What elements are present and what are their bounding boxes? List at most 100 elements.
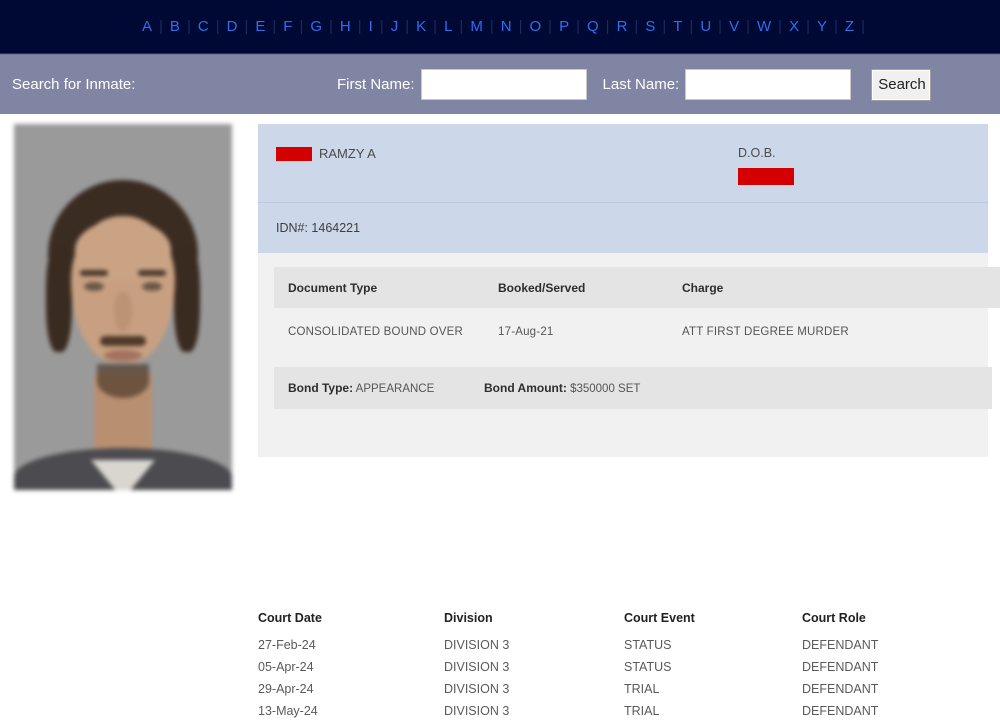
court-cell-role: DEFENDANT [802, 682, 879, 696]
alphabet-separator: | [861, 18, 865, 35]
mugshot-eye-right [142, 282, 162, 291]
alphabet-link-f[interactable]: F [276, 19, 299, 34]
first-name-input[interactable] [420, 69, 587, 100]
alphabet-link-p[interactable]: P [552, 19, 576, 34]
bond-amount-value: $350000 SET [570, 383, 641, 395]
court-cell-division: DIVISION 3 [444, 704, 510, 718]
bond-type-cell: Bond Type: APPEARANCE [288, 381, 484, 395]
charge-document-type: CONSOLIDATED BOUND OVER [288, 326, 463, 338]
court-cell-role: DEFENDANT [802, 704, 879, 718]
charges-header-document-type: Document Type [274, 267, 484, 308]
alphabet-link-i[interactable]: I [362, 19, 380, 34]
court-header-date: Court Date [258, 611, 322, 625]
court-cell-event: STATUS [624, 638, 672, 652]
bond-amount-label: Bond Amount: [484, 381, 567, 395]
alphabet-link-a[interactable]: A [135, 19, 159, 34]
court-dates-section: Court Date Division Court Event Court Ro… [258, 611, 978, 722]
court-dates-body: 27-Feb-24 DIVISION 3 STATUS DEFENDANT 05-Apr… [258, 634, 942, 722]
charge-booked-served: 17-Aug-21 [498, 326, 554, 338]
inmate-name: RAMZY A [319, 146, 376, 161]
alphabet-link-b[interactable]: B [163, 19, 187, 34]
alphabet-link-e[interactable]: E [248, 19, 272, 34]
inmate-identity-panel: RAMZY A D.O.B. IDN#: 1464221 [258, 124, 988, 253]
court-cell-role: DEFENDANT [802, 660, 879, 674]
alphabet-link-k[interactable]: K [409, 19, 433, 34]
bond-amount-cell: Bond Amount: $350000 SET [484, 381, 640, 395]
search-fields-group: First Name: Last Name: Search [337, 55, 932, 114]
court-dates-header-row: Court Date Division Court Event Court Ro… [258, 611, 942, 634]
alphabet-link-t[interactable]: T [666, 19, 689, 34]
charges-header-charge: Charge [668, 267, 1000, 308]
alphabet-link-h[interactable]: H [333, 19, 358, 34]
court-header-role: Court Role [802, 611, 866, 625]
mugshot-mouth [104, 350, 142, 361]
inmate-mugshot-photo [14, 124, 232, 490]
alphabet-link-q[interactable]: Q [580, 19, 606, 34]
court-cell-event: TRIAL [624, 704, 660, 718]
court-header-division: Division [444, 611, 493, 625]
mugshot-eye-left [84, 282, 104, 291]
alphabet-link-o[interactable]: O [522, 19, 548, 34]
inmate-record-column: RAMZY A D.O.B. IDN#: 1464221 Document Ty… [258, 124, 1000, 457]
alphabet-link-m[interactable]: M [463, 19, 490, 34]
court-cell-role: DEFENDANT [802, 638, 879, 652]
alphabet-link-y[interactable]: Y [810, 19, 834, 34]
table-row: 05-Apr-24 DIVISION 3 STATUS DEFENDANT [258, 656, 942, 678]
charges-header-row: Document Type Booked/Served Charge [274, 267, 1000, 308]
search-button[interactable]: Search [871, 68, 932, 101]
mugshot-hair-right [174, 244, 200, 352]
court-cell-date: 13-May-24 [258, 704, 318, 718]
inmate-dob-block: D.O.B. [738, 146, 794, 190]
alphabet-link-j[interactable]: J [384, 19, 406, 34]
alphabet-link-r[interactable]: R [610, 19, 635, 34]
alphabet-link-l[interactable]: L [437, 19, 459, 34]
name-redaction-block [276, 146, 312, 161]
alphabet-navigation-bar: A | B | C | D | E | F | G | H | I | J | K | L | M | N | O | P | Q | R | S | T |… [0, 0, 1000, 54]
alphabet-link-s[interactable]: S [638, 19, 662, 34]
court-cell-division: DIVISION 3 [444, 682, 510, 696]
search-bar-title: Search for Inmate: [12, 76, 136, 93]
mugshot-hair-left [46, 244, 72, 352]
inmate-detail-content: RAMZY A D.O.B. IDN#: 1464221 Document Ty… [0, 114, 1000, 718]
alphabet-link-v[interactable]: V [722, 19, 746, 34]
alphabet-link-u[interactable]: U [693, 19, 718, 34]
alphabet-link-c[interactable]: C [191, 19, 216, 34]
inmate-name-row: RAMZY A [276, 146, 376, 161]
court-cell-division: DIVISION 3 [444, 638, 510, 652]
mugshot-mustache [100, 336, 146, 346]
last-name-input[interactable] [685, 69, 852, 100]
court-cell-date: 27-Feb-24 [258, 638, 316, 652]
charge-description: ATT FIRST DEGREE MURDER [682, 326, 849, 338]
alphabet-link-x[interactable]: X [782, 19, 806, 34]
first-name-label: First Name: [337, 76, 415, 93]
table-row: 27-Feb-24 DIVISION 3 STATUS DEFENDANT [258, 634, 942, 656]
alphabet-link-d[interactable]: D [220, 19, 245, 34]
inmate-idn: IDN#: 1464221 [276, 221, 361, 235]
bond-row: Bond Type: APPEARANCE Bond Amount: $3500… [274, 367, 992, 409]
court-cell-division: DIVISION 3 [444, 660, 510, 674]
table-row: 29-Apr-24 DIVISION 3 TRIAL DEFENDANT [258, 678, 942, 700]
court-cell-date: 05-Apr-24 [258, 660, 314, 674]
court-header-event: Court Event [624, 611, 695, 625]
table-row: 13-May-24 DIVISION 3 TRIAL DEFENDANT [258, 700, 942, 722]
alphabet-link-g[interactable]: G [303, 19, 329, 34]
bond-type-value: APPEARANCE [355, 383, 435, 395]
alphabet-link-n[interactable]: N [494, 19, 519, 34]
charges-panel: Document Type Booked/Served Charge CONSO… [258, 253, 1000, 457]
mugshot-eyebrow-right [138, 270, 166, 276]
alphabet-link-w[interactable]: W [750, 19, 778, 34]
dob-redaction-block [738, 168, 794, 185]
mugshot-eyebrow-left [80, 270, 108, 276]
mugshot-container [14, 124, 232, 490]
bond-type-label: Bond Type: [288, 381, 354, 395]
last-name-label: Last Name: [602, 76, 680, 93]
inmate-search-bar: Search for Inmate: First Name: Last Name… [0, 54, 1000, 114]
alphabet-link-list: A | B | C | D | E | F | G | H | I | J | K | L | M | N | O | P | Q | R | S | T |… [135, 19, 865, 34]
dob-label: D.O.B. [738, 146, 776, 160]
alphabet-link-z[interactable]: Z [838, 19, 861, 34]
court-cell-date: 29-Apr-24 [258, 682, 314, 696]
court-dates-table: Court Date Division Court Event Court Ro… [258, 611, 942, 722]
court-cell-event: STATUS [624, 660, 672, 674]
table-row: CONSOLIDATED BOUND OVER 17-Aug-21 ATT FI… [274, 308, 1000, 355]
court-cell-event: TRIAL [624, 682, 660, 696]
